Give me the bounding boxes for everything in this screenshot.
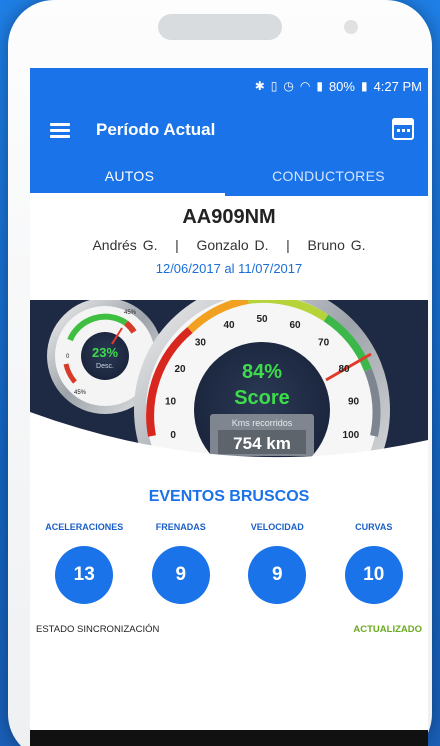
discount-label: Desc. <box>96 363 114 370</box>
event-count: 9 <box>151 546 210 604</box>
event-label: VELOCIDAD <box>250 522 304 532</box>
gauge-tick-label: 100 <box>343 430 360 441</box>
tab-autos[interactable]: AUTOS <box>30 156 229 196</box>
discount-value: 23% <box>92 345 118 360</box>
tab-conductores[interactable]: CONDUCTORES <box>229 156 428 196</box>
battery-icon: ▮ <box>360 79 368 93</box>
page-title: Período Actual <box>96 120 216 139</box>
events-title: EVENTOS BRUSCOS <box>148 488 310 505</box>
score-label: Score <box>234 387 290 409</box>
tab-bar: AUTOS CONDUCTORES <box>30 156 428 196</box>
driver-list: Andrés G. | Gonzalo D. | Bruno G. <box>92 237 366 253</box>
event-curvas[interactable]: CURVAS 10 <box>328 522 420 604</box>
app-bar: Período Actual <box>30 104 428 156</box>
event-aceleraciones[interactable]: ACELERACIONES 13 <box>38 522 130 604</box>
sync-state: ACTUALIZADO <box>353 624 422 635</box>
vibrate-icon: ▯ <box>270 79 278 93</box>
gauge-tick-label: 60 <box>289 320 301 331</box>
vehicle-plate: AA909NM <box>182 206 276 228</box>
phone-speaker <box>158 14 282 40</box>
gauge-tick-label: 10 <box>165 396 177 407</box>
calendar-icon[interactable] <box>391 117 414 140</box>
event-count: 13 <box>55 546 114 604</box>
gauge-tick-label: 80 <box>338 364 350 375</box>
driver-name: Andrés G. <box>92 237 158 253</box>
sync-label: ESTADO SINCRONIZACIÓN <box>36 624 160 635</box>
events-row: ACELERACIONES 13 FRENADAS 9 VELOCIDAD 9 … <box>30 522 428 604</box>
battery-percent: 80% <box>328 78 355 94</box>
event-frenadas[interactable]: FRENADAS 9 <box>135 522 227 604</box>
wifi-icon: ◠ <box>299 79 311 93</box>
gauge-tick-label: 20 <box>174 364 186 375</box>
event-label: CURVAS <box>355 522 393 532</box>
bluetooth-icon: ✱ <box>254 79 265 93</box>
driver-name: Bruno G. <box>307 237 366 253</box>
period-dates: 12/06/2017 al 11/07/2017 <box>155 261 303 276</box>
status-time: 4:27 PM <box>373 78 422 94</box>
score-gauge-panel: 45% 0 45% 23% Desc. 0 10 20 30 40 50 60 … <box>30 300 428 480</box>
android-nav-bar <box>30 730 428 746</box>
tab-indicator <box>30 193 225 196</box>
km-label: Kms recorridos <box>232 418 293 428</box>
menu-icon[interactable] <box>50 123 70 138</box>
small-gauge-tick: 45% <box>74 390 87 396</box>
gauge-tick-label: 50 <box>256 314 268 325</box>
gauge-tick-label: 40 <box>223 320 235 331</box>
score-value: 84% <box>242 361 282 383</box>
small-gauge-tick: 45% <box>124 310 137 316</box>
gauge-tick-label: 30 <box>195 338 207 349</box>
sync-status: ESTADO SINCRONIZACIÓN ACTUALIZADO <box>30 624 428 635</box>
event-count: 9 <box>248 546 307 604</box>
event-label: ACELERACIONES <box>45 522 124 532</box>
alarm-icon: ◷ <box>283 79 294 93</box>
gauge-tick-label: 90 <box>348 396 360 407</box>
gauge-tick-label: 70 <box>318 338 330 349</box>
phone-camera <box>344 20 358 34</box>
event-count: 10 <box>344 546 403 604</box>
phone-frame: ✱ ▯ ◷ ◠ ▮ 80% ▮ 4:27 PM Período Actual A… <box>8 0 432 746</box>
event-label: FRENADAS <box>155 522 206 532</box>
driver-name: Gonzalo D. <box>196 237 269 253</box>
km-value: 754 km <box>233 434 291 453</box>
gauge-tick-label: 0 <box>170 430 176 441</box>
event-velocidad[interactable]: VELOCIDAD 9 <box>231 522 323 604</box>
signal-icon: ▮ <box>316 79 323 93</box>
app-screen: ✱ ▯ ◷ ◠ ▮ 80% ▮ 4:27 PM Período Actual A… <box>30 68 428 746</box>
status-bar: ✱ ▯ ◷ ◠ ▮ 80% ▮ 4:27 PM <box>30 68 428 104</box>
vehicle-info: AA909NM Andrés G. | Gonzalo D. | Bruno G… <box>30 196 428 300</box>
